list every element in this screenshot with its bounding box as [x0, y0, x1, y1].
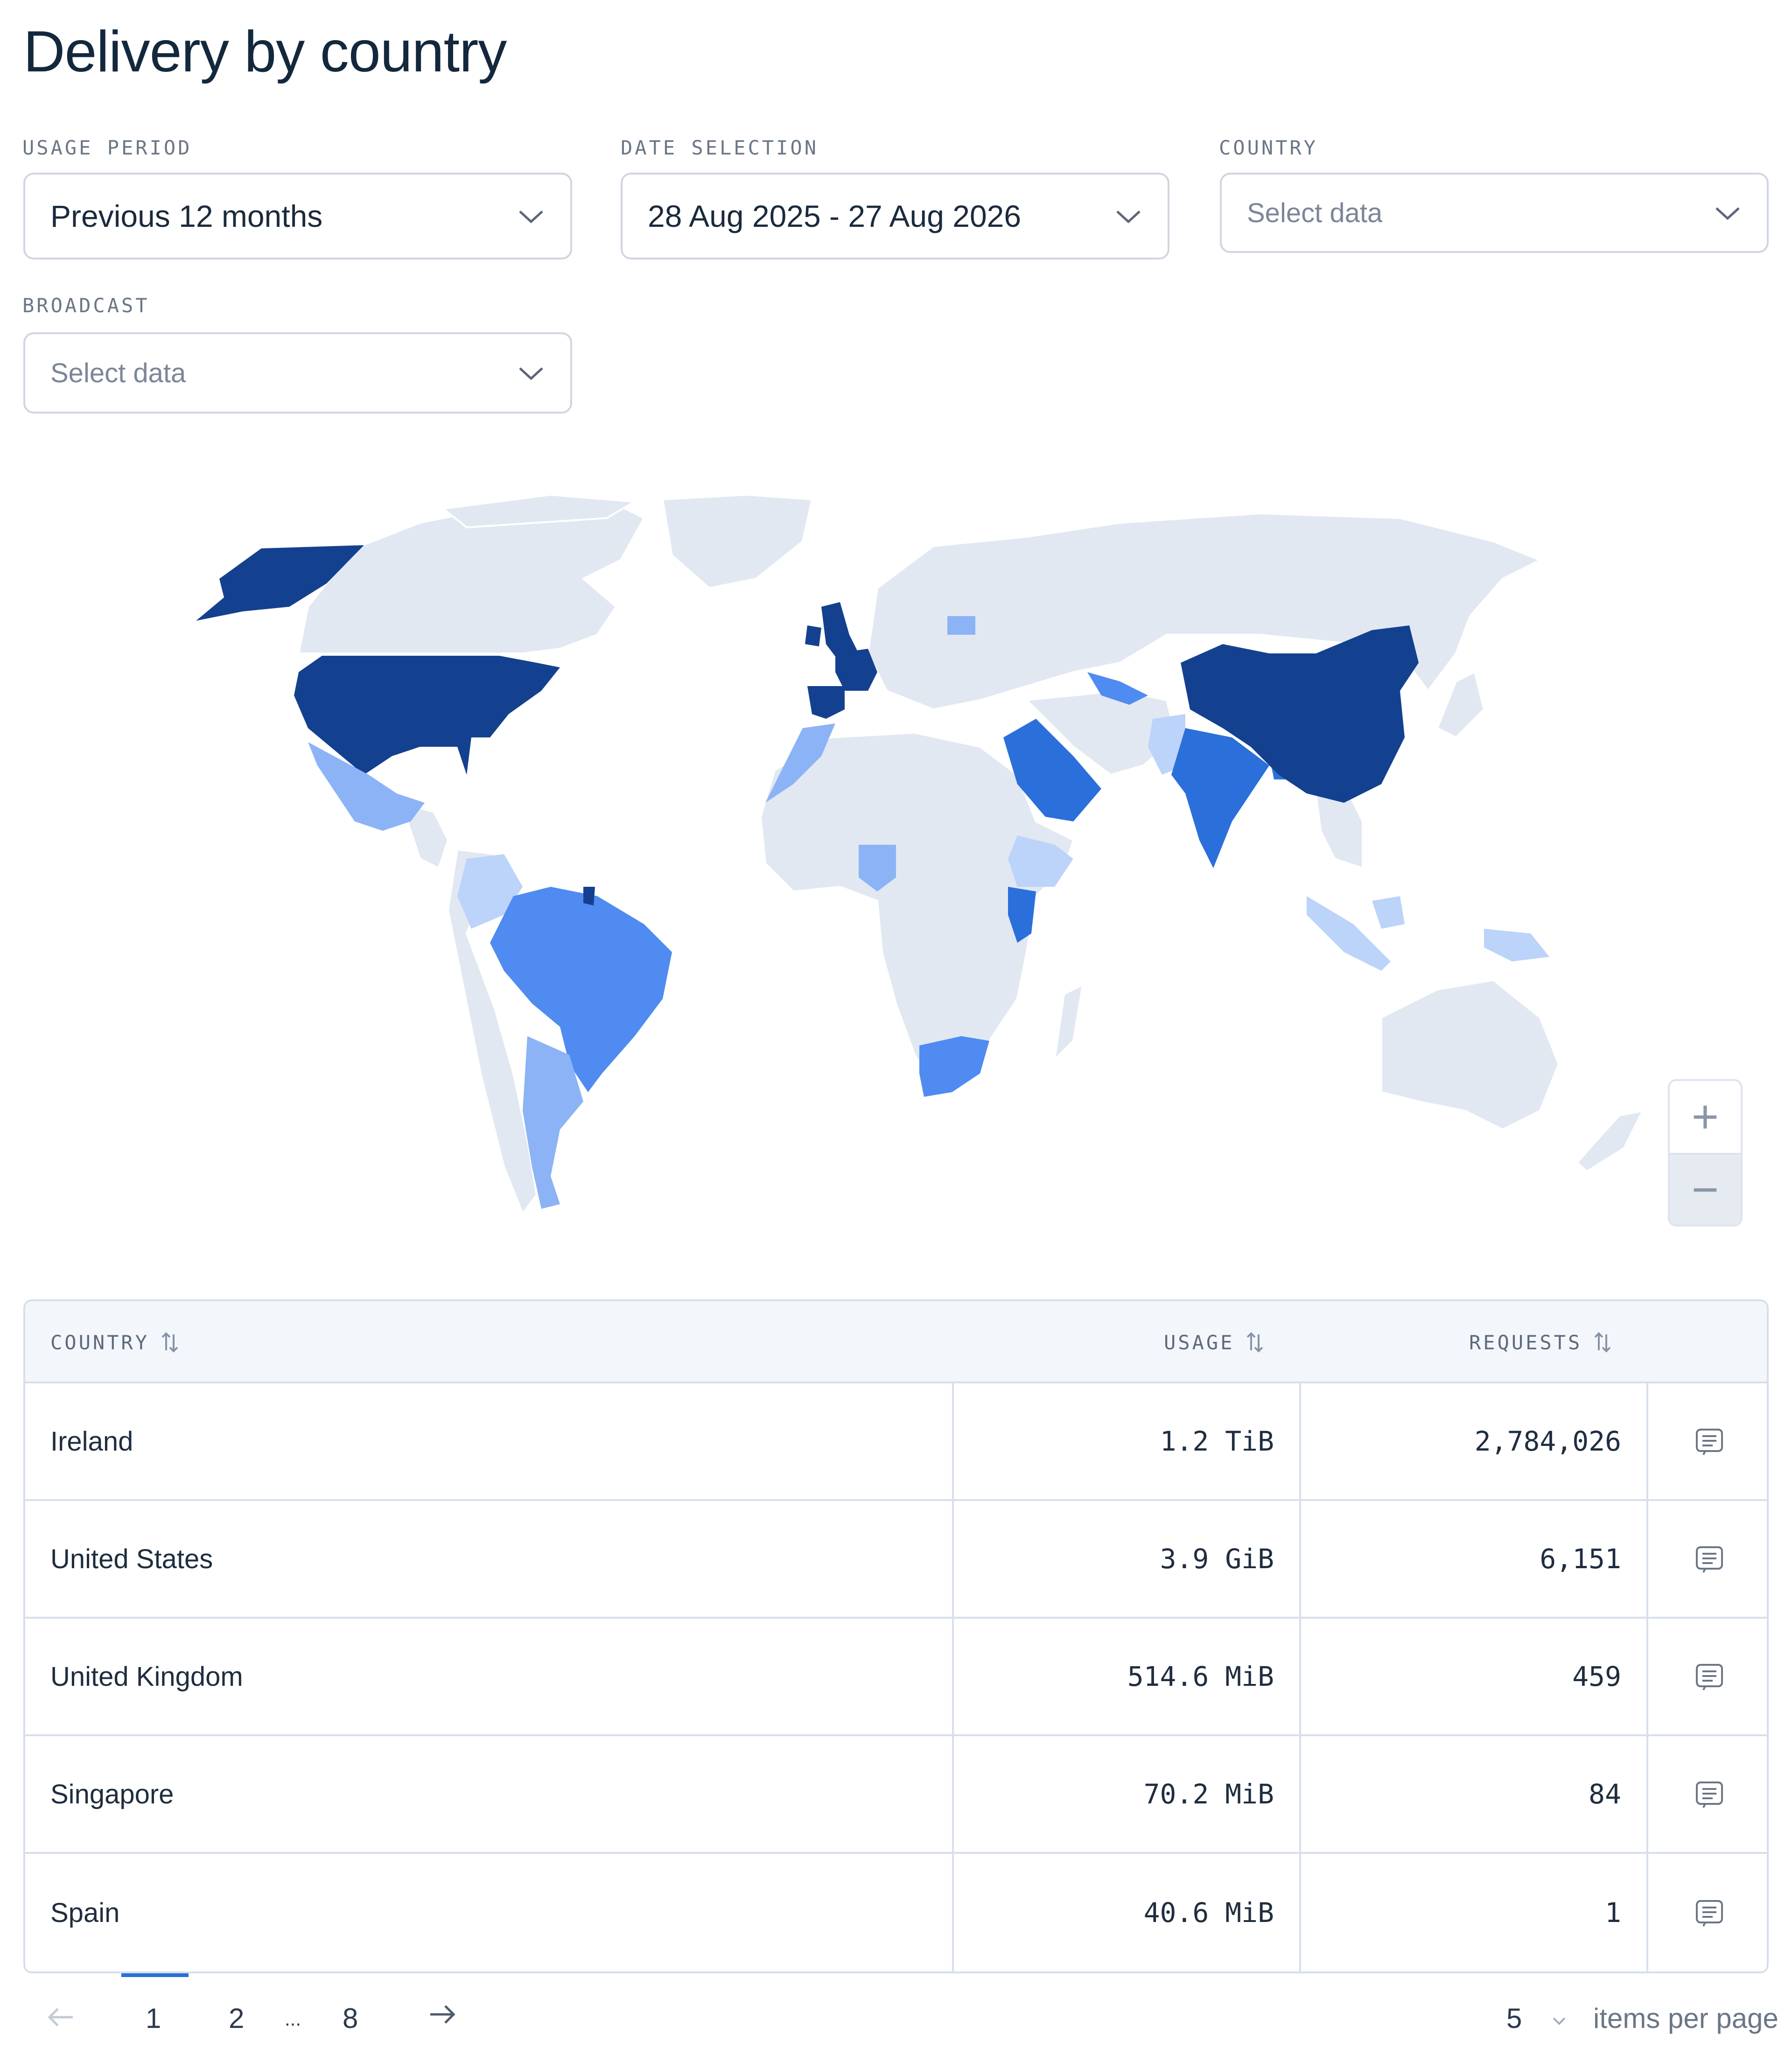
country-spain [807, 686, 845, 719]
chevron-down-icon [519, 367, 543, 380]
choropleth-map[interactable] [0, 467, 1792, 1251]
usage-cell: 70.2 MiB [952, 1736, 1299, 1852]
zoom-in-button[interactable]: + [1670, 1081, 1741, 1153]
table-row[interactable]: Ireland 1.2 TiB 2,784,026 [25, 1383, 1767, 1501]
table-row[interactable]: United Kingdom 514.6 MiB 459 [25, 1619, 1767, 1736]
details-icon [1696, 1664, 1723, 1690]
items-per-page-value[interactable]: 5 [1506, 2002, 1522, 2034]
region-japan [1436, 671, 1485, 739]
date-selection-value: 28 Aug 2025 - 27 Aug 2026 [648, 199, 1022, 233]
table-header: COUNTRY USAGE REQUESTS [25, 1301, 1767, 1383]
details-button[interactable] [1646, 1501, 1767, 1617]
details-icon [1696, 1900, 1723, 1927]
usage-cell: 40.6 MiB [952, 1854, 1299, 1971]
current-page-indicator [121, 1973, 189, 1977]
country-select[interactable]: Select data [1220, 173, 1769, 253]
details-button[interactable] [1646, 1383, 1767, 1499]
table-row[interactable]: United States 3.9 GiB 6,151 [25, 1501, 1767, 1619]
country-brazil [490, 887, 672, 1092]
region-greenland [661, 493, 813, 589]
chevron-down-icon[interactable] [1552, 2016, 1566, 2026]
column-header-country-label: COUNTRY [50, 1331, 150, 1354]
page-ellipsis: ... [285, 2008, 301, 2030]
column-header-requests-label: REQUESTS [1469, 1331, 1582, 1354]
table-row[interactable]: Spain 40.6 MiB 1 [25, 1854, 1767, 1971]
country-borneo [1372, 896, 1405, 929]
region-australia [1380, 979, 1560, 1131]
details-icon [1696, 1781, 1723, 1808]
sort-icon [1247, 1332, 1263, 1353]
requests-cell: 6,151 [1299, 1501, 1646, 1617]
usage-period-select[interactable]: Previous 12 months [23, 173, 572, 260]
details-button[interactable] [1646, 1854, 1767, 1971]
country-south-africa [919, 1036, 989, 1097]
details-icon [1696, 1546, 1723, 1573]
arrow-right-icon[interactable] [428, 2004, 456, 2025]
country-table: COUNTRY USAGE REQUESTS Ireland 1.2 TiB 2… [23, 1299, 1769, 1973]
region-new-zealand [1576, 1109, 1645, 1173]
page-title: Delivery by country [23, 20, 507, 84]
country-indonesia-east [1484, 929, 1549, 961]
column-header-usage[interactable]: USAGE [1164, 1301, 1264, 1383]
requests-cell: 84 [1299, 1736, 1646, 1852]
country-cell: United Kingdom [50, 1661, 243, 1692]
usage-cell: 514.6 MiB [952, 1619, 1299, 1734]
details-button[interactable] [1646, 1619, 1767, 1734]
details-icon [1696, 1429, 1723, 1455]
page-2[interactable]: 2 [229, 2002, 244, 2034]
date-selection-select[interactable]: 28 Aug 2025 - 27 Aug 2026 [621, 173, 1169, 260]
country-ireland [805, 625, 821, 646]
sort-icon [161, 1332, 178, 1353]
usage-period-label: USAGE PERIOD [22, 136, 192, 159]
region-madagascar [1053, 983, 1084, 1062]
country-french-guiana [583, 887, 595, 905]
chevron-down-icon [519, 210, 543, 224]
items-per-page-label: items per page [1593, 2003, 1778, 2034]
column-header-usage-label: USAGE [1164, 1331, 1235, 1354]
broadcast-select[interactable]: Select data [23, 332, 572, 414]
zoom-controls: + − [1668, 1079, 1743, 1227]
requests-cell: 1 [1299, 1854, 1646, 1971]
chevron-down-icon [1715, 207, 1740, 220]
country-select-placeholder: Select data [1247, 197, 1383, 228]
world-map[interactable] [0, 467, 1792, 1251]
country-cell: Ireland [50, 1426, 133, 1457]
requests-cell: 2,784,026 [1299, 1383, 1646, 1499]
usage-cell: 1.2 TiB [952, 1383, 1299, 1499]
requests-cell: 459 [1299, 1619, 1646, 1734]
chevron-down-icon [1116, 210, 1141, 224]
column-header-requests[interactable]: REQUESTS [1469, 1301, 1612, 1383]
table-row[interactable]: Singapore 70.2 MiB 84 [25, 1736, 1767, 1854]
country-cell: Spain [50, 1897, 120, 1928]
column-header-country[interactable]: COUNTRY [50, 1301, 179, 1383]
usage-cell: 3.9 GiB [952, 1501, 1299, 1617]
page-8[interactable]: 8 [343, 2002, 358, 2034]
usage-period-value: Previous 12 months [50, 199, 323, 233]
zoom-out-button[interactable]: − [1670, 1153, 1741, 1225]
pagination: 1 2 ... 8 5 items per page [0, 1979, 1792, 2044]
sort-icon [1594, 1332, 1611, 1353]
date-selection-label: DATE SELECTION [621, 136, 819, 159]
page-1[interactable]: 1 [146, 2002, 161, 2034]
broadcast-select-placeholder: Select data [50, 358, 186, 388]
arrow-left-icon[interactable] [47, 2007, 75, 2027]
country-cell: United States [50, 1543, 213, 1574]
country-belarus [947, 616, 975, 635]
details-button[interactable] [1646, 1736, 1767, 1852]
country-filter-label: COUNTRY [1219, 136, 1318, 159]
broadcast-label: BROADCAST [22, 294, 150, 317]
country-cell: Singapore [50, 1779, 174, 1810]
